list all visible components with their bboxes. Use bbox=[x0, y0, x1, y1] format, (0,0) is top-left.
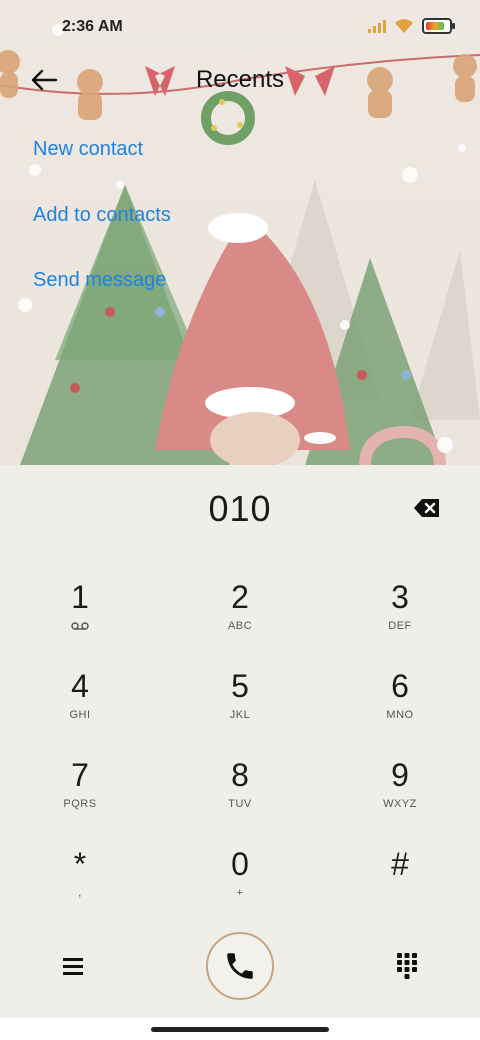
phone-icon bbox=[227, 953, 253, 979]
home-indicator[interactable] bbox=[151, 1027, 329, 1032]
key-letters: PQRS bbox=[63, 798, 97, 810]
key-digit: * bbox=[73, 846, 87, 882]
key-star[interactable]: * , bbox=[0, 832, 160, 921]
status-time: 2:36 AM bbox=[62, 18, 123, 35]
key-hash[interactable]: # bbox=[320, 832, 480, 921]
key-digit: 7 bbox=[71, 757, 89, 793]
status-bar: 2:36 AM bbox=[0, 0, 480, 56]
key-4[interactable]: 4 GHI bbox=[0, 654, 160, 743]
key-letters: DEF bbox=[388, 620, 412, 632]
key-0[interactable]: 0 + bbox=[160, 832, 320, 921]
key-letters: TUV bbox=[228, 798, 252, 810]
key-8[interactable]: 8 TUV bbox=[160, 743, 320, 832]
key-digit: 4 bbox=[71, 668, 89, 704]
key-digit: 1 bbox=[71, 579, 89, 615]
key-digit: 2 bbox=[231, 579, 249, 615]
wifi-icon bbox=[395, 19, 413, 33]
key-digit: 0 bbox=[231, 846, 249, 882]
backspace-icon[interactable] bbox=[413, 497, 441, 519]
key-letters: JKL bbox=[229, 709, 251, 721]
new-contact-link[interactable]: New contact bbox=[33, 138, 143, 161]
key-digit: 9 bbox=[391, 757, 409, 793]
key-digit: 8 bbox=[231, 757, 249, 793]
call-button[interactable] bbox=[206, 932, 274, 1000]
top-bar: Recents bbox=[0, 56, 480, 106]
key-1[interactable]: 1 bbox=[0, 565, 160, 654]
key-digit: 5 bbox=[231, 668, 249, 704]
key-6[interactable]: 6 MNO bbox=[320, 654, 480, 743]
bottom-action-bar bbox=[0, 930, 480, 1010]
page-title: Recents bbox=[195, 66, 285, 93]
key-2[interactable]: 2 ABC bbox=[160, 565, 320, 654]
key-7[interactable]: 7 PQRS bbox=[0, 743, 160, 832]
dialed-number[interactable]: 010 bbox=[0, 488, 480, 530]
key-letters bbox=[320, 887, 480, 901]
key-letters: ABC bbox=[227, 620, 253, 632]
key-letters: , bbox=[78, 887, 82, 899]
key-5[interactable]: 5 JKL bbox=[160, 654, 320, 743]
hamburger-menu-icon[interactable] bbox=[62, 956, 84, 976]
status-icons bbox=[368, 18, 455, 34]
key-letters: MNO bbox=[386, 709, 414, 721]
dialpad-icon[interactable] bbox=[396, 952, 418, 980]
key-3[interactable]: 3 DEF bbox=[320, 565, 480, 654]
voicemail-icon bbox=[71, 622, 89, 630]
key-letters: + bbox=[236, 887, 244, 899]
key-digit: # bbox=[391, 846, 409, 882]
key-letters: GHI bbox=[69, 709, 91, 721]
add-to-contacts-link[interactable]: Add to contacts bbox=[33, 204, 171, 227]
key-letters: WXYZ bbox=[383, 798, 417, 810]
battery-icon bbox=[422, 18, 455, 34]
key-9[interactable]: 9 WXYZ bbox=[320, 743, 480, 832]
key-digit: 3 bbox=[391, 579, 409, 615]
send-message-link[interactable]: Send message bbox=[33, 269, 166, 292]
signal-icon bbox=[368, 19, 386, 33]
key-digit: 6 bbox=[391, 668, 409, 704]
